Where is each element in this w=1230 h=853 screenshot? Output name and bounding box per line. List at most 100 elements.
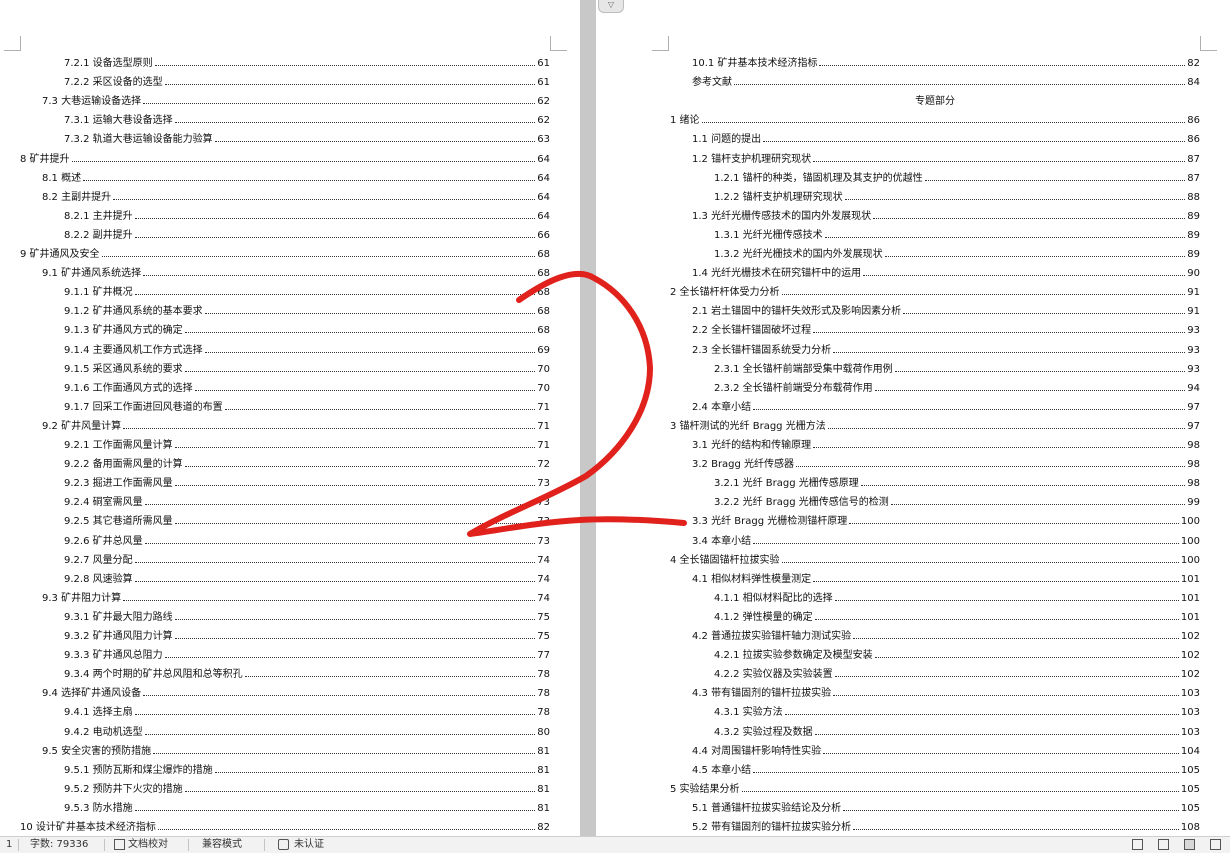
toc-entry[interactable]: 8.2 主副井提升 64 (42, 188, 550, 207)
web-layout-icon[interactable] (1210, 839, 1221, 850)
toc-entry[interactable]: 9.1.5 采区通风系统的要求 70 (64, 360, 550, 379)
toc-entry[interactable]: 4 全长锚固锚杆拉拔实验 100 (670, 551, 1200, 570)
toc-entry[interactable]: 4.2.2 实验仪器及实验装置 102 (714, 665, 1200, 684)
toc-entry[interactable]: 7.3.1 运输大巷设备选择 62 (64, 111, 550, 130)
reading-mode-icon[interactable] (1158, 839, 1169, 850)
toc-page-number: 62 (537, 115, 550, 126)
word-count[interactable]: 字数: 79336 (30, 839, 88, 851)
toc-entry[interactable]: 1.3 光纤光栅传感技术的国内外发展现状 89 (692, 207, 1200, 226)
toc-page-number: 73 (537, 536, 550, 547)
auth-status[interactable]: 未认证 (294, 839, 324, 851)
toc-entry[interactable]: 9.2.8 风速验算 74 (64, 570, 550, 589)
toc-entry[interactable]: 9.4.2 电动机选型 80 (64, 723, 550, 742)
toc-entry[interactable]: 2.4 本章小结 97 (692, 398, 1200, 417)
page-view-icon[interactable] (1184, 839, 1195, 850)
toc-entry[interactable]: 1.1 问题的提出 86 (692, 130, 1200, 149)
toc-entry[interactable]: 9.5.3 防水措施 81 (64, 799, 550, 818)
toc-entry[interactable]: 9.2.3 掘进工作面需风量 73 (64, 474, 550, 493)
toc-entry[interactable]: 3.3 光纤 Bragg 光栅检测锚杆原理 100 (692, 512, 1200, 531)
toc-entry[interactable]: 4.5 本章小结 105 (692, 761, 1200, 780)
toc-entry[interactable]: 7.2.1 设备选型原则 61 (64, 54, 550, 73)
toc-entry[interactable]: 4.4 对周围锚杆影响特性实验 104 (692, 742, 1200, 761)
toc-entry[interactable]: 3 锚杆测试的光纤 Bragg 光栅方法 97 (670, 417, 1200, 436)
toc-entry[interactable]: 9.2.1 工作面需风量计算 71 (64, 436, 550, 455)
toc-entry[interactable]: 10 设计矿井基本技术经济指标 82 (20, 818, 550, 836)
toc-entry[interactable]: 9 矿井通风及安全 68 (20, 245, 550, 264)
toc-entry[interactable]: 4.1.2 弹性模量的确定 101 (714, 608, 1200, 627)
toc-entry[interactable]: 9.3.1 矿井最大阻力路线 75 (64, 608, 550, 627)
fullscreen-icon[interactable] (1132, 839, 1143, 850)
toc-entry[interactable]: 2.2 全长锚杆锚固破坏过程 93 (692, 321, 1200, 340)
toc-page-number: 80 (537, 727, 550, 738)
spell-check-button[interactable]: 文档校对 (128, 839, 168, 851)
toc-entry[interactable]: 3.2 Bragg 光纤传感器 98 (692, 455, 1200, 474)
toc-dot-leader (834, 600, 1179, 601)
toc-entry[interactable]: 1.4 光纤光栅技术在研究锚杆中的运用 90 (692, 264, 1200, 283)
toc-entry[interactable]: 9.1.1 矿井概况 68 (64, 283, 550, 302)
toc-entry[interactable]: 7.3 大巷运输设备选择 62 (42, 92, 550, 111)
spellcheck-icon[interactable] (114, 839, 125, 850)
toc-entry[interactable]: 1.2 锚杆支护机理研究现状 87 (692, 150, 1200, 169)
toc-entry[interactable]: 5 实验结果分析 105 (670, 780, 1200, 799)
toc-page-number: 97 (1187, 402, 1200, 413)
page-indicator[interactable]: 1 (6, 839, 12, 851)
toc-entry[interactable]: 9.1.7 回采工作面进回风巷道的布置 71 (64, 398, 550, 417)
toc-entry[interactable]: 8.1 概述 64 (42, 169, 550, 188)
toc-entry[interactable]: 9.1.4 主要通风机工作方式选择 69 (64, 341, 550, 360)
toc-entry[interactable]: 1 绪论 86 (670, 111, 1200, 130)
toc-entry[interactable]: 2.1 岩土锚固中的锚杆失效形式及影响因素分析 91 (692, 302, 1200, 321)
toc-entry[interactable]: 9.4.1 选择主扇 78 (64, 703, 550, 722)
toc-entry[interactable]: 1.2.1 锚杆的种类，锚固机理及其支护的优越性 87 (714, 169, 1200, 188)
toc-entry[interactable]: 7.3.2 轨道大巷运输设备能力验算 63 (64, 130, 550, 149)
toc-entry[interactable]: 7.2.2 采区设备的选型 61 (64, 73, 550, 92)
collapse-chevron-icon[interactable]: ▽ (598, 0, 624, 13)
toc-entry[interactable]: 9.3.4 两个时期的矿井总风阻和总等积孔 78 (64, 665, 550, 684)
toc-entry[interactable]: 4.3.2 实验过程及数据 103 (714, 723, 1200, 742)
toc-dot-leader (833, 695, 1179, 696)
toc-entry[interactable]: 3.2.1 光纤 Bragg 光栅传感原理 98 (714, 474, 1200, 493)
toc-entry[interactable]: 2.3.1 全长锚杆前端部受集中载荷作用例 93 (714, 360, 1200, 379)
toc-entry[interactable]: 9.4 选择矿井通风设备 78 (42, 684, 550, 703)
toc-entry[interactable]: 3.4 本章小结 100 (692, 532, 1200, 551)
toc-entry[interactable]: 9.2 矿井风量计算 71 (42, 417, 550, 436)
toc-entry[interactable]: 3.1 光纤的结构和传输原理 98 (692, 436, 1200, 455)
toc-entry[interactable]: 10.1 矿井基本技术经济指标 82 (692, 54, 1200, 73)
toc-entry[interactable]: 9.2.5 其它巷道所需风量 73 (64, 512, 550, 531)
toc-entry[interactable]: 4.3 带有锚固剂的锚杆拉拔实验 103 (692, 684, 1200, 703)
toc-page-number: 81 (537, 784, 550, 795)
toc-entry[interactable]: 9.3.3 矿井通风总阻力 77 (64, 646, 550, 665)
toc-entry[interactable]: 4.1.1 相似材料配比的选择 101 (714, 589, 1200, 608)
toc-entry[interactable]: 9.5.1 预防瓦斯和煤尘爆炸的措施 81 (64, 761, 550, 780)
toc-entry[interactable]: 2.3.2 全长锚杆前端受分布载荷作用 94 (714, 379, 1200, 398)
toc-entry[interactable]: 9.1.3 矿井通风方式的确定 68 (64, 321, 550, 340)
toc-entry[interactable]: 1.3.1 光纤光栅传感技术 89 (714, 226, 1200, 245)
toc-entry[interactable]: 8 矿井提升 64 (20, 150, 550, 169)
toc-entry[interactable]: 5.1 普通锚杆拉拔实验结论及分析 105 (692, 799, 1200, 818)
toc-entry[interactable]: 3.2.2 光纤 Bragg 光栅传感信号的检测 99 (714, 493, 1200, 512)
toc-entry[interactable]: 8.2.2 副井提升 66 (64, 226, 550, 245)
toc-entry[interactable]: 4.2.1 拉拔实验参数确定及模型安装 102 (714, 646, 1200, 665)
toc-entry[interactable]: 9.2.6 矿井总风量 73 (64, 532, 550, 551)
toc-entry[interactable]: 1.2.2 锚杆支护机理研究现状 88 (714, 188, 1200, 207)
toc-entry[interactable]: 9.3 矿井阻力计算 74 (42, 589, 550, 608)
toc-entry[interactable]: 9.5 安全灾害的预防措施 81 (42, 742, 550, 761)
toc-entry[interactable]: 8.2.1 主井提升 64 (64, 207, 550, 226)
toc-entry[interactable]: 9.5.2 预防井下火灾的措施 81 (64, 780, 550, 799)
toc-entry[interactable]: 9.2.4 硐室需风量 73 (64, 493, 550, 512)
auth-shield-icon[interactable] (278, 839, 289, 850)
toc-entry[interactable]: 2 全长锚杆杆体受力分析 91 (670, 283, 1200, 302)
toc-entry[interactable]: 4.1 相似材料弹性模量测定 101 (692, 570, 1200, 589)
toc-entry[interactable]: 参考文献 84 (692, 73, 1200, 92)
toc-entry[interactable]: 9.1.6 工作面通风方式的选择 70 (64, 379, 550, 398)
toc-entry[interactable]: 2.3 全长锚杆锚固系统受力分析 93 (692, 341, 1200, 360)
toc-entry[interactable]: 9.2.2 备用面需风量的计算 72 (64, 455, 550, 474)
toc-entry[interactable]: 9.2.7 风量分配 74 (64, 551, 550, 570)
toc-entry[interactable]: 4.2 普通拉拔实验锚杆轴力测试实验 102 (692, 627, 1200, 646)
toc-entry[interactable]: 5.2 带有锚固剂的锚杆拉拔实验分析 108 (692, 818, 1200, 836)
toc-entry[interactable]: 9.1.2 矿井通风系统的基本要求 68 (64, 302, 550, 321)
toc-page-number: 63 (537, 134, 550, 145)
toc-entry[interactable]: 9.3.2 矿井通风阻力计算 75 (64, 627, 550, 646)
toc-entry[interactable]: 1.3.2 光纤光栅技术的国内外发展现状 89 (714, 245, 1200, 264)
toc-entry[interactable]: 9.1 矿井通风系统选择 68 (42, 264, 550, 283)
toc-entry[interactable]: 4.3.1 实验方法 103 (714, 703, 1200, 722)
